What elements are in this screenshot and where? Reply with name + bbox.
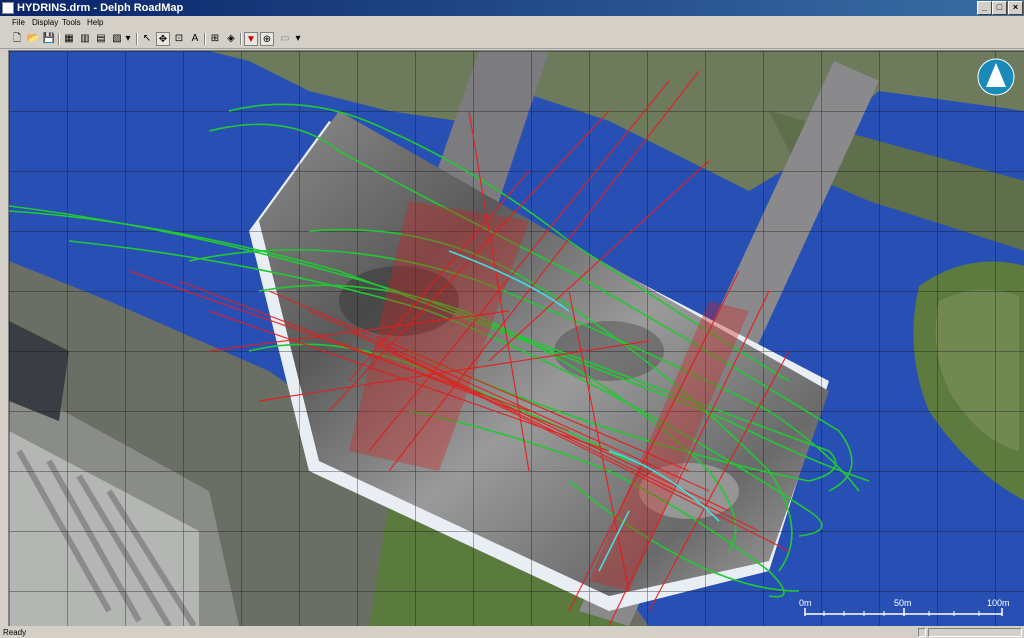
toolbar-separator — [58, 33, 60, 45]
new-file-icon[interactable]: 🗋 — [10, 32, 24, 46]
toolbar-separator — [204, 33, 206, 45]
app-icon — [2, 2, 14, 14]
scale-label-100: 100m — [987, 598, 1010, 608]
pan-icon[interactable]: ✥ — [156, 32, 170, 46]
layer-properties-icon[interactable]: ▧ — [110, 32, 124, 46]
measure-icon[interactable]: A — [188, 32, 202, 46]
open-folder-icon[interactable]: 📂 — [26, 32, 40, 46]
layer-grid-icon[interactable]: ▦ — [62, 32, 76, 46]
status-text: Ready — [3, 628, 27, 637]
scale-label-0: 0m — [799, 598, 812, 608]
status-panel — [918, 628, 926, 637]
menu-file[interactable]: File — [12, 16, 25, 30]
target-icon[interactable]: ⊕ — [260, 32, 274, 46]
camera-icon[interactable]: ▭ — [278, 32, 292, 46]
toolbar: 🗋 📂 💾 ▦ ▥ ▤ ▧ ▾ ↖ ✥ ⊡ A ⊞ ◈ ▼ ⊕ ▭ ▾ — [0, 30, 1024, 49]
zoom-extent-icon[interactable]: ⊞ — [208, 32, 222, 46]
close-button[interactable]: × — [1008, 1, 1023, 15]
pointer-icon[interactable]: ↖ — [140, 32, 154, 46]
menu-bar: File Display Tools Help — [0, 16, 1024, 30]
menu-tools[interactable]: Tools — [62, 16, 81, 30]
menu-help[interactable]: Help — [87, 16, 103, 30]
map-view[interactable]: 0m 50m 100m — [8, 50, 1024, 626]
filter-icon[interactable]: ▼ — [244, 32, 258, 46]
toolbar-separator — [240, 33, 242, 45]
menu-display[interactable]: Display — [32, 16, 58, 30]
title-bar: HYDRINS.drm - Delph RoadMap _ □ × — [0, 0, 1024, 16]
save-icon[interactable]: 💾 — [42, 32, 56, 46]
maximize-button[interactable]: □ — [992, 1, 1007, 15]
scale-label-50: 50m — [894, 598, 912, 608]
layer-add-icon[interactable]: ▥ — [78, 32, 92, 46]
dropdown-arrow-icon[interactable]: ▾ — [294, 32, 302, 46]
status-panel — [928, 628, 1022, 637]
dropdown-arrow-icon[interactable]: ▾ — [124, 32, 132, 46]
layer-remove-icon[interactable]: ▤ — [94, 32, 108, 46]
window-title: HYDRINS.drm - Delph RoadMap — [17, 2, 184, 14]
status-bar: Ready — [0, 627, 1024, 638]
north-arrow-icon — [977, 58, 1015, 96]
map-canvas[interactable]: 0m 50m 100m — [9, 51, 1024, 626]
toolbar-separator — [136, 33, 138, 45]
minimize-button[interactable]: _ — [977, 1, 992, 15]
identify-icon[interactable]: ◈ — [224, 32, 238, 46]
zoom-box-icon[interactable]: ⊡ — [172, 32, 186, 46]
